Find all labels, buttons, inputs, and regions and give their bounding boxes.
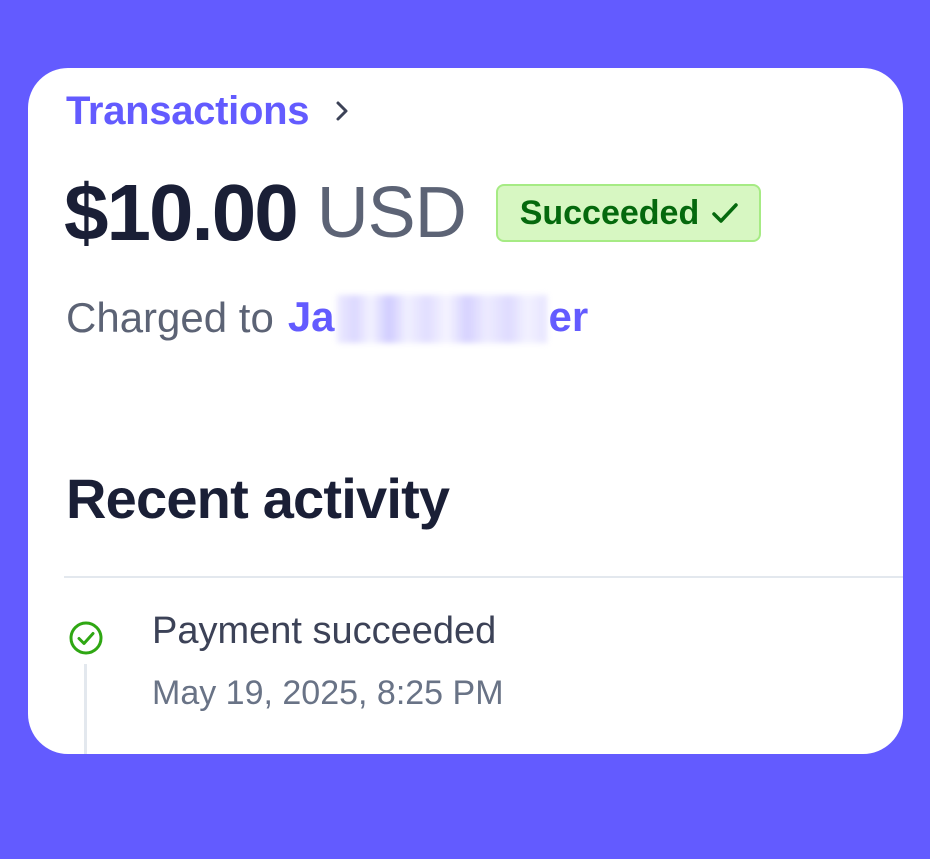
payment-detail-card: Transactions $10.00 USD Succeeded Charge… [28,68,903,754]
status-badge: Succeeded [495,184,762,242]
customer-link[interactable]: Ja er [288,293,588,344]
amount-row: $10.00 USD Succeeded [64,168,762,258]
activity-item: Payment succeeded May 19, 2025, 8:25 PM [64,608,864,754]
amount-currency: USD [316,173,467,253]
customer-name-end: er [548,292,589,340]
recent-activity-heading: Recent activity [66,467,450,530]
section-divider [64,576,903,578]
activity-timestamp: May 19, 2025, 8:25 PM [152,674,504,712]
customer-name-start: Ja [287,292,335,340]
activity-title: Payment succeeded [152,610,497,652]
breadcrumb: Transactions [66,88,353,134]
charged-to-row: Charged to Ja er [66,290,588,346]
check-circle-icon [69,621,103,655]
charged-to-label: Charged to [66,294,274,341]
status-badge-label: Succeeded [519,193,700,232]
chevron-right-icon [336,101,348,121]
check-icon [712,203,738,223]
timeline-line [84,664,87,754]
amount-value: $10.00 [64,168,299,257]
redacted-name-blur [336,295,547,344]
breadcrumb-transactions-link[interactable]: Transactions [66,89,309,134]
